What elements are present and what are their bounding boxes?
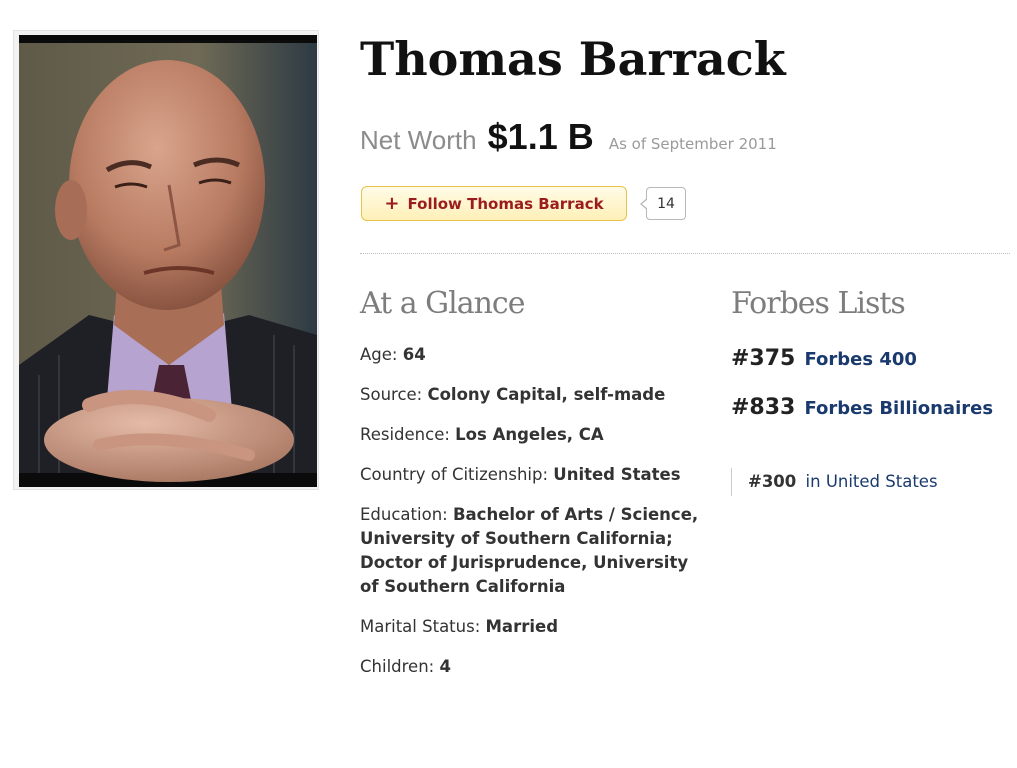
plus-icon: + — [384, 192, 400, 214]
glance-label: Education: — [360, 505, 448, 524]
country-rank-number: #300 — [748, 472, 797, 491]
list-rank: #375 — [731, 346, 796, 371]
glance-item-source: Source: Colony Capital, self-made — [360, 383, 700, 407]
forbes-lists-heading: Forbes Lists — [731, 286, 906, 321]
glance-value: 4 — [439, 657, 451, 676]
glance-item-education: Education: Bachelor of Arts / Science, U… — [360, 503, 700, 599]
section-divider — [360, 253, 1010, 254]
glance-value: Los Angeles, CA — [455, 425, 604, 444]
glance-value: United States — [553, 465, 681, 484]
profile-photo — [19, 35, 317, 487]
country-rank: #300 in United States — [731, 468, 938, 496]
glance-label: Residence: — [360, 425, 450, 444]
glance-label: Marital Status: — [360, 617, 481, 636]
country-rank-link[interactable]: in United States — [806, 472, 938, 491]
list-rank: #833 — [731, 395, 796, 420]
glance-label: Age: — [360, 345, 398, 364]
follower-count-badge: 14 — [640, 187, 686, 220]
follow-button[interactable]: + Follow Thomas Barrack — [361, 186, 627, 221]
glance-value: Colony Capital, self-made — [427, 385, 666, 404]
glance-heading: At a Glance — [360, 286, 525, 321]
glance-label: Country of Citizenship: — [360, 465, 549, 484]
net-worth-row: Net Worth $1.1 B As of September 2011 — [360, 116, 777, 160]
glance-item-marital-status: Marital Status: Married — [360, 615, 700, 639]
net-worth-label: Net Worth — [360, 125, 477, 155]
glance-list: Age: 64 Source: Colony Capital, self-mad… — [360, 343, 700, 695]
profile-photo-frame — [13, 30, 319, 490]
glance-value: Married — [485, 617, 559, 636]
glance-label: Source: — [360, 385, 423, 404]
glance-item-age: Age: 64 — [360, 343, 700, 367]
forbes-list-entry: #375 Forbes 400 — [731, 343, 1011, 376]
forbes-billionaires-link[interactable]: Forbes Billionaires — [804, 398, 993, 419]
forbes-list-entry: #833 Forbes Billionaires — [731, 392, 1011, 425]
follow-button-label: Follow Thomas Barrack — [407, 194, 604, 213]
glance-label: Children: — [360, 657, 435, 676]
glance-item-children: Children: 4 — [360, 655, 700, 679]
glance-item-residence: Residence: Los Angeles, CA — [360, 423, 700, 447]
glance-item-citizenship: Country of Citizenship: United States — [360, 463, 700, 487]
net-worth-as-of: As of September 2011 — [608, 135, 777, 153]
profile-name: Thomas Barrack — [360, 32, 786, 86]
glance-value: 64 — [402, 345, 426, 364]
net-worth-value: $1.1 B — [487, 116, 594, 157]
forbes-400-link[interactable]: Forbes 400 — [804, 349, 916, 370]
